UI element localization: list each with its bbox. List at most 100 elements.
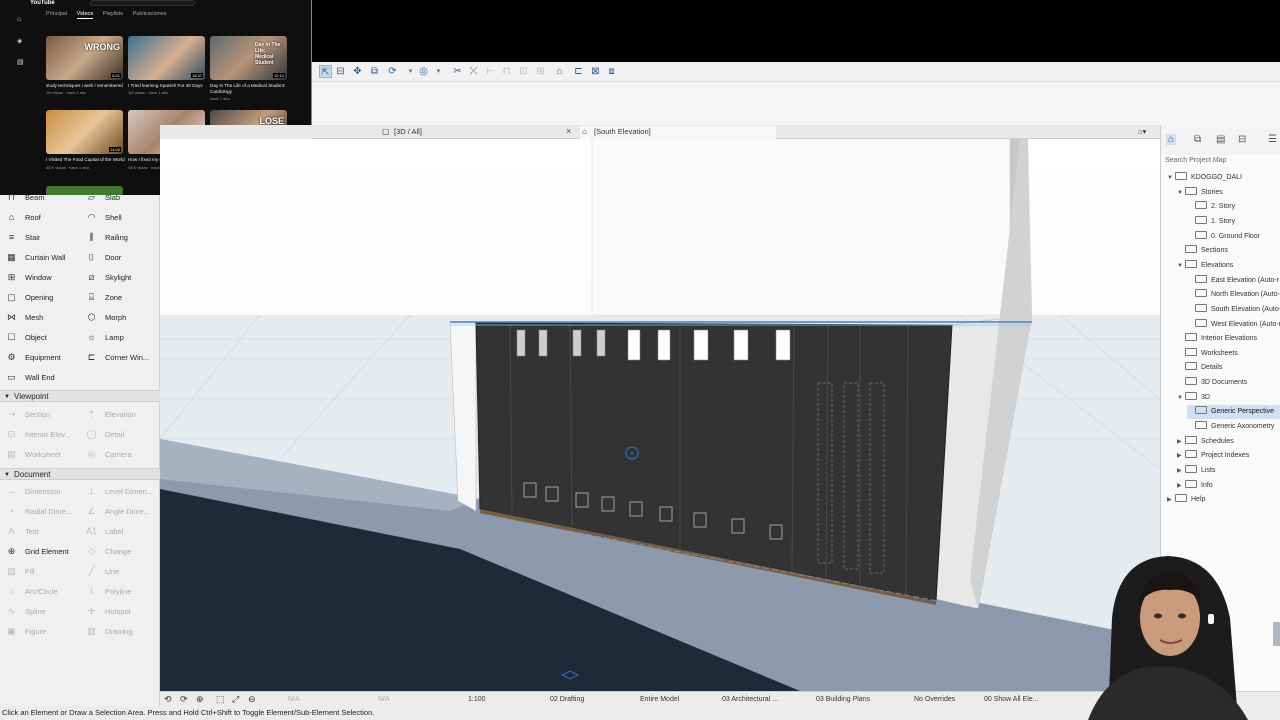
video-title[interactable]: I Visited The Food Capital of the World: [46, 157, 126, 163]
tool-equipment[interactable]: ⚙ Equipment: [4, 349, 60, 365]
expand-toggle-icon[interactable]: ▶: [1177, 479, 1185, 493]
move-icon[interactable]: ✥: [351, 65, 364, 78]
tool-beam[interactable]: ⊓ Beam: [4, 189, 45, 205]
expand-toggle-icon[interactable]: ▼: [1177, 259, 1185, 273]
project-map-item[interactable]: ▼ KDOGGO_DALI: [1167, 171, 1242, 185]
project-map-item[interactable]: ▼ Elevations: [1177, 259, 1233, 273]
project-map-item[interactable]: ▶ Info: [1177, 479, 1213, 493]
undo-icon[interactable]: ⟲: [164, 694, 172, 705]
chevron-down-icon[interactable]: ▾: [432, 65, 445, 78]
tab-options-icon[interactable]: ⌂▾: [1138, 126, 1146, 139]
project-map-item[interactable]: Details: [1177, 361, 1222, 375]
document-section-header[interactable]: Document: [0, 468, 160, 481]
shorts-icon[interactable]: ◈: [17, 37, 22, 45]
view-type-field[interactable]: 03 Building Plans: [816, 694, 870, 705]
orbit-icon[interactable]: ⟳: [386, 65, 399, 78]
project-map-icon[interactable]: ⌂: [1166, 134, 1177, 145]
group-icon[interactable]: ⧈: [605, 65, 618, 78]
video-title[interactable]: study techniques i wish i remembered: [46, 83, 126, 89]
chevron-down-icon[interactable]: ▾: [404, 65, 417, 78]
layout-book-icon[interactable]: ▤: [1216, 134, 1225, 145]
arrow-select-icon[interactable]: ⇱: [319, 65, 332, 78]
expand-toggle-icon[interactable]: ▼: [1177, 186, 1185, 200]
home-icon[interactable]: ⌂: [17, 16, 21, 23]
project-map-search-input[interactable]: Search Project Map: [1163, 156, 1279, 166]
project-map-item[interactable]: ▼ 3D: [1177, 391, 1210, 405]
tool-line[interactable]: ╱ Line: [84, 563, 119, 579]
tool-morph[interactable]: ⬡ Morph: [84, 309, 127, 325]
graphic-override-field[interactable]: No Overrides: [914, 694, 955, 705]
youtube-logo[interactable]: YouTube: [30, 0, 55, 6]
split-icon[interactable]: ⊡: [517, 65, 530, 78]
3d-model-view[interactable]: [160, 139, 1160, 691]
expand-toggle-icon[interactable]: ▶: [1177, 464, 1185, 478]
tool-arc-circle[interactable]: ○ Arc/Circle: [4, 583, 58, 599]
tab-videos[interactable]: Videos: [76, 11, 94, 19]
project-map-item[interactable]: ▶ Help: [1167, 493, 1205, 507]
tool-interior-elev[interactable]: ⊡ Interior Elev...: [4, 426, 71, 442]
model-view-field[interactable]: Entire Model: [640, 694, 679, 705]
project-map-item[interactable]: East Elevation (Auto-r: [1187, 274, 1279, 288]
tool-door[interactable]: ⌷ Door: [84, 249, 121, 265]
tool-corner-win[interactable]: ⊏ Corner Win...: [84, 349, 149, 365]
tool-polyline[interactable]: ⌇ Polyline: [84, 583, 131, 599]
magic-wand-icon[interactable]: ✂: [451, 65, 464, 78]
renovation-filter-field[interactable]: 00 Show All Ele...: [984, 694, 1038, 705]
tool-dimension[interactable]: ↔ Dimension: [4, 483, 60, 499]
tool-angle-dime[interactable]: ∠ Angle Dime...: [84, 503, 150, 519]
tool-drawing[interactable]: ▥ Drawing: [84, 623, 132, 639]
tool-hotspot[interactable]: ✛ Hotspot: [84, 603, 131, 619]
tool-wall-end[interactable]: ▭ Wall End: [4, 369, 55, 385]
project-map-item[interactable]: Worksheets: [1177, 347, 1238, 361]
expand-toggle-icon[interactable]: ▶: [1177, 435, 1185, 449]
expand-toggle-icon[interactable]: ▼: [1167, 171, 1175, 185]
video-title[interactable]: Day in The Life of a Medical Student: Ca…: [210, 83, 290, 94]
tool-railing[interactable]: ⫼ Railing: [84, 229, 128, 245]
project-map-item[interactable]: ▶ Project Indexes: [1177, 449, 1249, 463]
project-map-item[interactable]: ▶ Schedules: [1177, 435, 1234, 449]
tab-publicaciones[interactable]: Publicaciones: [133, 11, 167, 17]
project-map-item[interactable]: Generic Axonometry: [1187, 420, 1274, 434]
explore-icon[interactable]: ◎: [417, 65, 430, 78]
tool-change[interactable]: ◇ Change: [84, 543, 131, 559]
project-map-item[interactable]: Generic Perspective: [1187, 405, 1280, 420]
tool-level-dimen[interactable]: ⊥ Level Dimen...: [84, 483, 153, 499]
subscriptions-icon[interactable]: ▤: [17, 58, 24, 66]
video-thumbnail[interactable]: 14:02: [46, 110, 123, 154]
video-title[interactable]: I Tried learning Spanish For 30 Days: [128, 83, 208, 89]
project-map-item[interactable]: 2. Story: [1187, 200, 1235, 214]
project-map-item[interactable]: ▶ Lists: [1177, 464, 1215, 478]
tool-shell[interactable]: ◠ Shell: [84, 209, 122, 225]
project-map-item[interactable]: Interior Elevations: [1177, 332, 1257, 346]
publisher-icon[interactable]: ⊟: [1238, 134, 1246, 145]
tool-mesh[interactable]: ⋈ Mesh: [4, 309, 43, 325]
scale-na-field[interactable]: N/A: [378, 694, 390, 705]
distribute-icon[interactable]: ⊠: [589, 65, 602, 78]
tool-zone[interactable]: ⌸ Zone: [84, 289, 122, 305]
intersect-icon[interactable]: ⊓: [500, 65, 513, 78]
tool-window[interactable]: ⊞ Window: [4, 269, 52, 285]
tool-slab[interactable]: ▱ Slab: [84, 189, 120, 205]
angle-field[interactable]: N/A: [288, 694, 300, 705]
project-map-item[interactable]: South Elevation (Auto-r: [1187, 303, 1280, 317]
tool-roof[interactable]: ⌂ Roof: [4, 209, 41, 225]
fit-icon[interactable]: ⤢: [232, 694, 239, 705]
video-thumbnail[interactable]: WRONG 6:21: [46, 36, 123, 80]
adjust-icon[interactable]: ⊢: [484, 65, 497, 78]
scale-field[interactable]: 1:100: [468, 694, 486, 705]
project-map-item[interactable]: West Elevation (Auto-re: [1187, 318, 1280, 332]
marquee-icon[interactable]: ⊟: [334, 65, 347, 78]
tool-figure[interactable]: ▣ Figure: [4, 623, 46, 639]
tab-principal[interactable]: Principal: [46, 11, 67, 17]
tool-text[interactable]: A Text: [4, 523, 38, 539]
offset-icon[interactable]: ⊞: [534, 65, 547, 78]
tool-stair[interactable]: ≡ Stair: [4, 229, 41, 245]
tool-section[interactable]: ⇢ Section: [4, 406, 50, 422]
project-map-item[interactable]: 0. Ground Floor: [1187, 230, 1260, 244]
youtube-search-input[interactable]: [90, 0, 195, 6]
tool-lamp[interactable]: ☼ Lamp: [84, 329, 123, 345]
video-thumbnail[interactable]: 18:37: [128, 36, 205, 80]
align-icon[interactable]: ⊏: [572, 65, 585, 78]
tool-elevation[interactable]: ⇡ Elevation: [84, 406, 136, 422]
expand-toggle-icon[interactable]: ▼: [1177, 391, 1185, 405]
